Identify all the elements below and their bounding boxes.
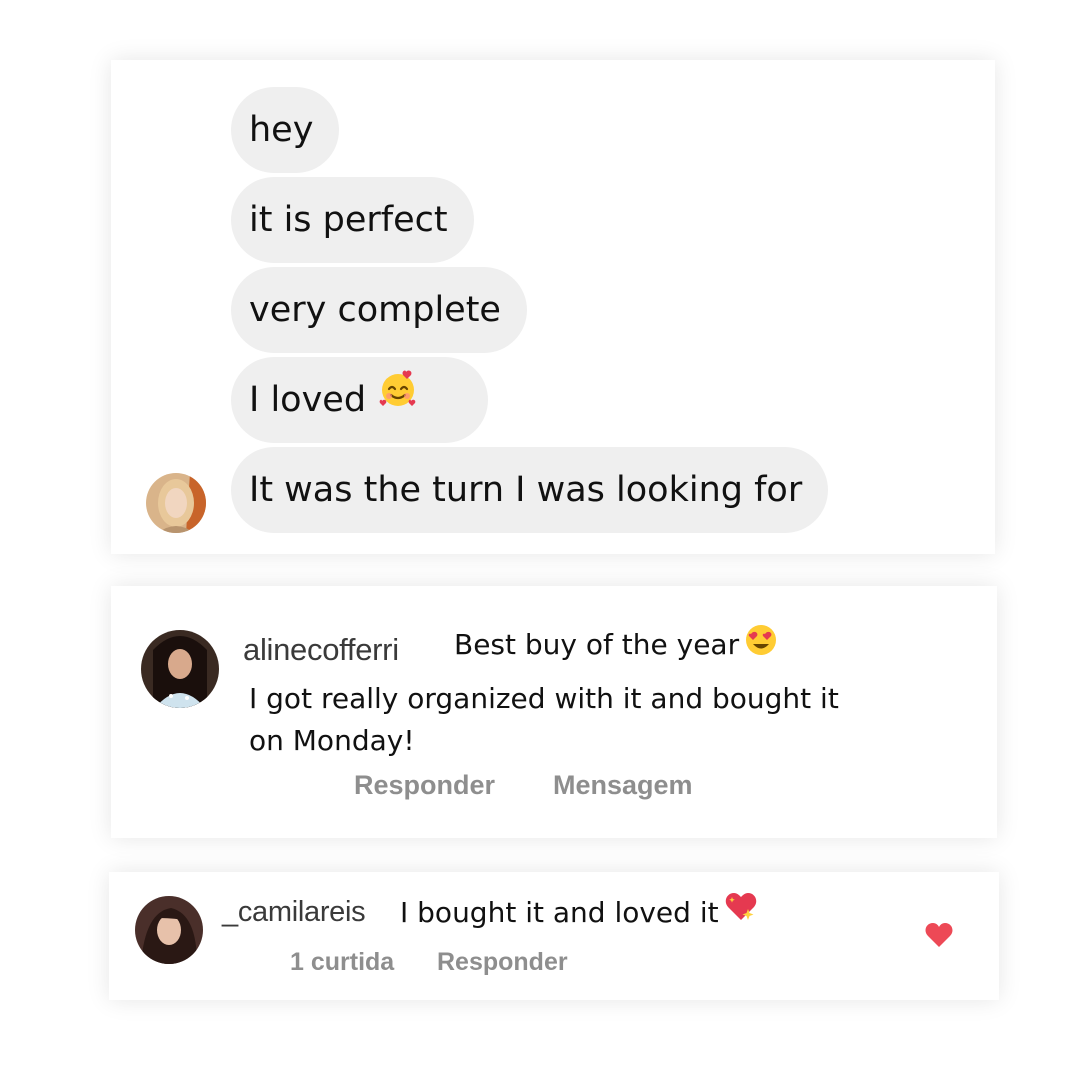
sparkling-heart-icon: [724, 889, 758, 930]
comment-card: _camilareis I bought it and loved it 1 c…: [109, 872, 999, 1000]
sender-avatar[interactable]: [146, 473, 206, 533]
comment-text-body: I bought it and loved it: [400, 896, 719, 929]
smiling-face-with-hearts-icon: [378, 354, 418, 440]
message-bubble: very complete: [231, 267, 527, 353]
message-text: It was the turn I was looking for: [249, 470, 803, 510]
message-button[interactable]: Mensagem: [553, 770, 693, 801]
likes-count[interactable]: 1 curtida: [290, 948, 394, 977]
chat-card: hey it is perfect very complete I loved …: [111, 60, 995, 554]
comment-text-line2: I got really organized with it and bough…: [249, 682, 839, 715]
heart-eyes-icon: [744, 622, 778, 663]
message-bubble: It was the turn I was looking for: [231, 447, 829, 533]
reply-button[interactable]: Responder: [354, 770, 495, 801]
comment-text-line1: Best buy of the year: [454, 628, 740, 661]
message-bubble: it is perfect: [231, 177, 474, 263]
commenter-avatar[interactable]: [141, 630, 219, 708]
comment-text-line3: on Monday!: [249, 724, 415, 757]
comment-card: alinecofferri Best buy of the year I got…: [111, 586, 997, 838]
heart-icon[interactable]: [924, 921, 954, 949]
comment-username[interactable]: alinecofferri: [243, 632, 399, 668]
message-text: it is perfect: [249, 200, 448, 240]
message-text: hey: [249, 110, 314, 150]
message-bubble: I loved: [231, 354, 489, 443]
reply-button[interactable]: Responder: [437, 948, 568, 977]
commenter-avatar[interactable]: [135, 896, 203, 964]
comment-text: I bought it and loved it: [400, 892, 758, 930]
comment-username[interactable]: _camilareis: [222, 896, 366, 929]
message-text: very complete: [249, 290, 501, 330]
comment-text: Best buy of the year: [454, 624, 778, 663]
message-bubble: hey: [231, 87, 340, 173]
message-text: I loved: [249, 380, 367, 420]
